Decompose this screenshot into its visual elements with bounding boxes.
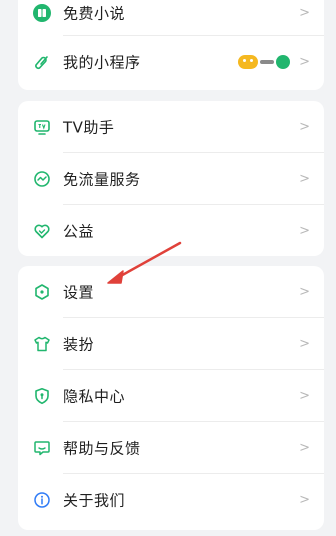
menu-item-free-novels[interactable]: 免费小说 > [18,0,324,36]
chevron-right-icon: > [299,492,310,508]
chevron-right-icon: > [299,336,310,352]
menu-item-label: 免费小说 [63,4,126,23]
settings-icon [32,282,52,302]
tv-icon [32,117,52,137]
menu-item-label: 公益 [63,222,95,241]
connector-icon [260,60,274,64]
menu-group-2: TV助手 > 免流量服务 > 公益 > [18,101,324,256]
menu-item-tv-assistant[interactable]: TV助手 > [18,101,324,153]
heart-icon [32,221,52,241]
yellow-face-icon [238,55,258,69]
menu-item-label: 我的小程序 [63,53,141,72]
mini-program-icon [32,52,52,72]
chevron-right-icon: > [299,388,310,404]
menu-item-label: TV助手 [63,118,115,137]
mini-program-badges [238,55,290,69]
menu-item-help-feedback[interactable]: 帮助与反馈 > [18,422,324,474]
shirt-icon [32,334,52,354]
chevron-right-icon: > [299,284,310,300]
privacy-shield-icon [32,386,52,406]
menu-item-label: 帮助与反馈 [63,439,141,458]
menu-item-label: 设置 [63,283,95,302]
feedback-icon [32,438,52,458]
menu-item-label: 关于我们 [63,491,126,510]
menu-item-settings[interactable]: 设置 > [18,266,324,318]
menu-item-label: 装扮 [63,335,95,354]
menu-item-privacy-center[interactable]: 隐私中心 > [18,370,324,422]
traffic-icon [32,169,52,189]
chevron-right-icon: > [299,171,310,187]
menu-item-charity[interactable]: 公益 > [18,205,324,257]
chevron-right-icon: > [299,119,310,135]
menu-item-label: 隐私中心 [63,387,126,406]
menu-item-my-mini-programs[interactable]: 我的小程序 > [18,36,324,88]
menu-group-1: 免费小说 > 我的小程序 > [18,0,324,90]
green-leaf-icon [276,55,290,69]
menu-item-free-traffic-service[interactable]: 免流量服务 > [18,153,324,205]
book-icon [32,3,52,23]
menu-item-about-us[interactable]: 关于我们 > [18,474,324,526]
info-icon [32,490,52,510]
settings-menu-page: 免费小说 > 我的小程序 > TV助手 > 免流量服务 > 公益 > 设置 > … [0,0,336,536]
menu-item-dress-up[interactable]: 装扮 > [18,318,324,370]
chevron-right-icon: > [299,440,310,456]
chevron-right-icon: > [299,54,310,70]
chevron-right-icon: > [299,223,310,239]
menu-item-label: 免流量服务 [63,170,141,189]
chevron-right-icon: > [299,5,310,21]
menu-group-3: 设置 > 装扮 > 隐私中心 > 帮助与反馈 > 关于我们 > [18,266,324,530]
